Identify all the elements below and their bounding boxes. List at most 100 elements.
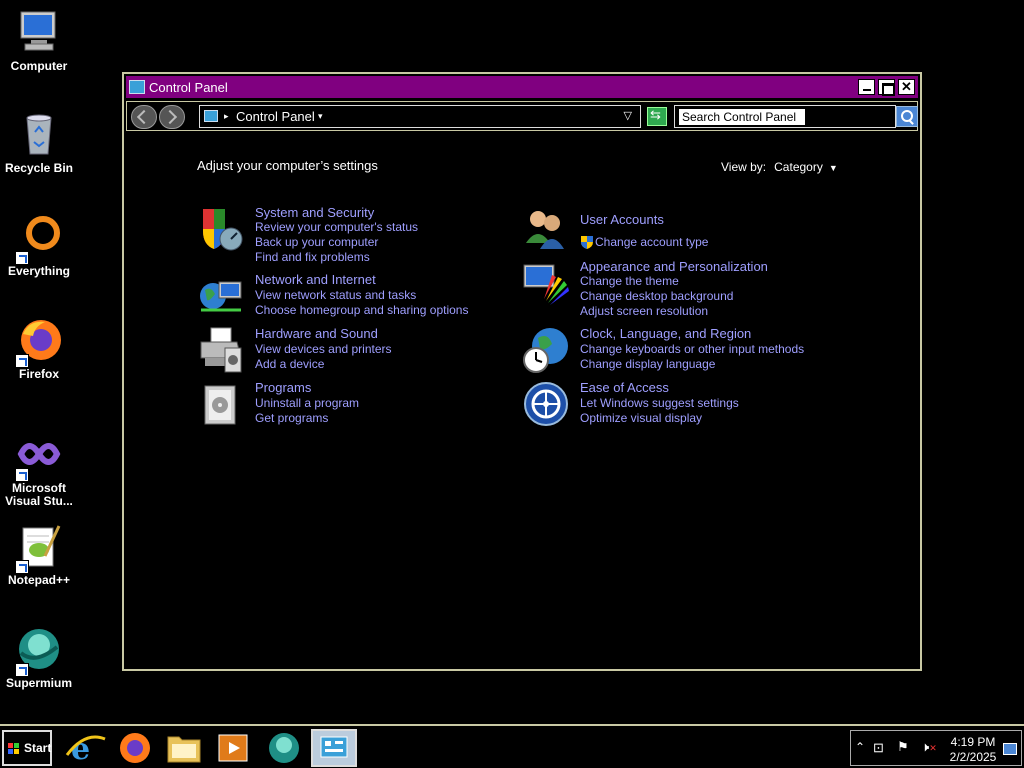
network-status-link[interactable]: View network status and tasks <box>255 288 416 302</box>
internet-explorer-icon: e <box>65 732 106 767</box>
taskbar-supermium[interactable] <box>261 729 307 767</box>
view-by-label: View by: <box>721 160 767 174</box>
taskbar-media-player[interactable] <box>210 729 256 767</box>
find-fix-link[interactable]: Find and fix problems <box>255 250 370 264</box>
system-security-link[interactable]: System and Security <box>255 205 374 220</box>
refresh-button[interactable] <box>647 107 667 126</box>
desktop-icon-visual-studio[interactable]: Microsoft Visual Stu... <box>0 430 78 508</box>
shield-icon <box>197 205 245 253</box>
volume-muted-icon[interactable]: 🕨✕ <box>921 739 937 755</box>
forward-button[interactable] <box>159 105 185 129</box>
arrow-left-icon <box>136 109 152 125</box>
network-icon[interactable]: ⊡ <box>873 740 884 756</box>
show-hidden-icons-button[interactable]: ⌃ <box>855 740 865 754</box>
shortcut-arrow-icon <box>15 251 29 265</box>
devices-printers-link[interactable]: View devices and printers <box>255 342 392 356</box>
start-label: Start <box>24 741 52 755</box>
content-area: Adjust your computer’s settings View by:… <box>126 132 918 667</box>
optimize-display-link[interactable]: Optimize visual display <box>580 411 702 425</box>
change-account-type-link[interactable]: Change account type <box>595 235 708 249</box>
windows-logo-icon <box>8 743 20 755</box>
taskbar-control-panel[interactable] <box>311 729 357 767</box>
everything-icon <box>15 213 63 265</box>
view-by: View by: Category ▼ <box>721 160 838 174</box>
media-player-icon <box>218 734 248 762</box>
clock-region-link[interactable]: Clock, Language, and Region <box>580 326 751 341</box>
taskbar: Start e ⌃ ⊡ ⚑ 🕨✕ 4:19 PM 2/2/2025 <box>0 724 1024 768</box>
address-dropdown-icon[interactable]: ▽ <box>624 109 632 122</box>
desktop-icon-supermium[interactable]: Supermium <box>0 625 78 690</box>
control-panel-window: Control Panel ✕ ▸ Control Panel ▾ ▽ Adju… <box>122 72 922 671</box>
notepadpp-icon <box>15 522 63 574</box>
clock-globe-icon <box>522 326 570 374</box>
network-globe-icon <box>197 272 245 320</box>
firefox-icon <box>120 733 150 763</box>
change-theme-link[interactable]: Change the theme <box>580 274 679 288</box>
desktop-background-link[interactable]: Change desktop background <box>580 289 733 303</box>
desktop-icon-computer[interactable]: Computer <box>0 8 78 73</box>
back-button[interactable] <box>131 105 157 129</box>
chevron-down-icon[interactable]: ▾ <box>318 111 323 122</box>
ease-of-access-icon <box>522 380 570 428</box>
network-internet-link[interactable]: Network and Internet <box>255 272 376 287</box>
ease-of-access-link[interactable]: Ease of Access <box>580 380 669 395</box>
hardware-sound-link[interactable]: Hardware and Sound <box>255 326 378 341</box>
search-input[interactable] <box>679 109 805 125</box>
get-programs-link[interactable]: Get programs <box>255 411 328 425</box>
action-center-flag-icon[interactable]: ⚑ <box>897 739 909 755</box>
homegroup-link[interactable]: Choose homegroup and sharing options <box>255 303 468 317</box>
control-panel-icon <box>129 80 145 94</box>
programs-box-icon <box>197 380 245 428</box>
clock-time: 4:19 PM <box>950 735 996 749</box>
desktop-icon-everything[interactable]: Everything <box>0 213 78 278</box>
view-by-select[interactable]: Category <box>774 160 823 174</box>
taskbar-file-explorer[interactable] <box>161 729 207 767</box>
page-title: Adjust your computer’s settings <box>197 158 378 173</box>
title-bar[interactable]: Control Panel ✕ <box>126 76 918 98</box>
recycle-bin-icon <box>15 110 63 158</box>
window-title: Control Panel <box>149 79 228 95</box>
chevron-down-icon[interactable]: ▸ <box>224 111 229 122</box>
backup-link[interactable]: Back up your computer <box>255 235 378 249</box>
add-device-link[interactable]: Add a device <box>255 357 324 371</box>
desktop-icon-recycle-bin[interactable]: Recycle Bin <box>0 110 78 175</box>
appearance-link[interactable]: Appearance and Personalization <box>580 259 768 274</box>
supermium-icon <box>15 625 63 677</box>
supermium-icon <box>269 733 299 763</box>
search-button[interactable] <box>896 106 918 127</box>
start-button[interactable]: Start <box>2 730 52 766</box>
desktop-icon-notepadpp[interactable]: Notepad++ <box>0 522 78 587</box>
clock-date: 2/2/2025 <box>949 750 997 764</box>
shortcut-arrow-icon <box>15 468 29 482</box>
display-language-link[interactable]: Change display language <box>580 357 715 371</box>
address-bar[interactable]: ▸ Control Panel ▾ ▽ <box>199 105 641 128</box>
suggest-settings-link[interactable]: Let Windows suggest settings <box>580 396 739 410</box>
breadcrumb[interactable]: Control Panel <box>236 109 315 124</box>
system-tray: ⌃ ⊡ ⚑ 🕨✕ 4:19 PM 2/2/2025 <box>850 730 1022 766</box>
change-keyboards-link[interactable]: Change keyboards or other input methods <box>580 342 804 356</box>
arrow-right-icon <box>162 109 178 125</box>
uac-shield-icon <box>580 235 594 252</box>
desktop-icon-firefox[interactable]: Firefox <box>0 316 78 381</box>
control-panel-icon <box>320 736 348 758</box>
user-accounts-link[interactable]: User Accounts <box>580 212 664 227</box>
users-icon <box>522 205 570 253</box>
maximize-button[interactable] <box>878 79 895 96</box>
taskbar-firefox[interactable] <box>112 729 158 767</box>
screen-resolution-link[interactable]: Adjust screen resolution <box>580 304 708 318</box>
minimize-button[interactable] <box>858 79 875 95</box>
clock[interactable]: 4:19 PM 2/2/2025 <box>943 735 1003 765</box>
computer-icon <box>15 8 63 56</box>
address-bar-row: ▸ Control Panel ▾ ▽ <box>126 101 918 131</box>
firefox-icon <box>15 316 63 368</box>
uninstall-link[interactable]: Uninstall a program <box>255 396 359 410</box>
search-box <box>674 105 896 128</box>
review-status-link[interactable]: Review your computer's status <box>255 220 418 234</box>
close-button[interactable]: ✕ <box>898 79 915 95</box>
chevron-down-icon[interactable]: ▼ <box>829 163 838 173</box>
programs-link[interactable]: Programs <box>255 380 311 395</box>
show-desktop-button[interactable] <box>1003 743 1017 755</box>
taskbar-internet-explorer[interactable]: e <box>63 729 109 767</box>
folder-icon <box>167 736 201 763</box>
shortcut-arrow-icon <box>15 663 29 677</box>
